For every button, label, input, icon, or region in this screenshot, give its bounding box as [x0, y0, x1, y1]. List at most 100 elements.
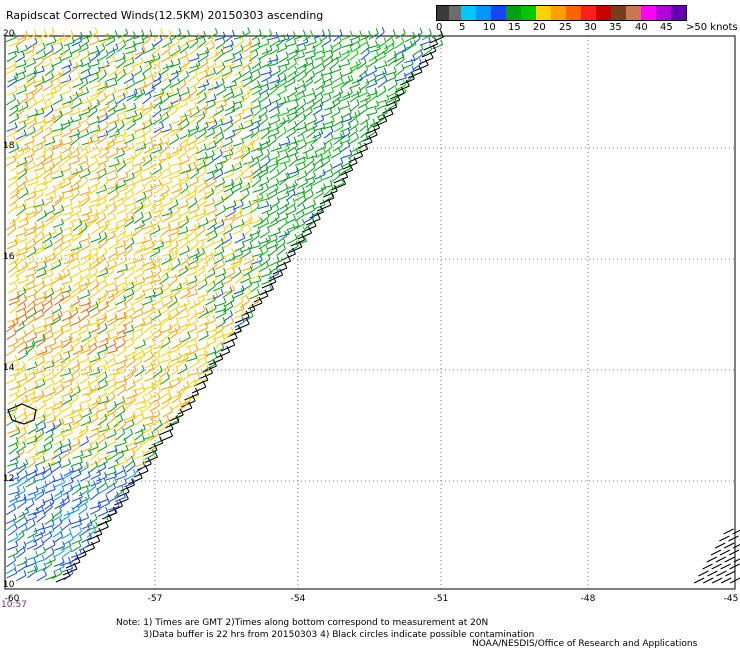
wind-barb-flag — [13, 503, 17, 510]
wind-barb-flag — [124, 456, 128, 462]
wind-barb-flag — [97, 456, 101, 463]
wind-barb — [32, 42, 43, 49]
wind-barb — [107, 388, 117, 396]
wind-barb-flag — [214, 28, 218, 34]
wind-barb-flag — [158, 179, 162, 185]
wind-barb-flag — [50, 269, 54, 275]
pass-time-label: 10:57 — [1, 600, 27, 610]
wind-barb-flag — [31, 255, 35, 261]
wind-barb — [313, 192, 324, 200]
wind-barb — [35, 300, 46, 306]
wind-barb-flag — [113, 323, 116, 329]
wind-barb-flag — [68, 528, 72, 534]
wind-barb-flag — [23, 427, 27, 433]
wind-barb-flag — [84, 503, 88, 509]
wind-barb — [143, 356, 154, 363]
wind-barb — [36, 485, 48, 490]
wind-barb-flag — [428, 28, 432, 35]
wind-barb-flag — [240, 44, 244, 51]
wind-barb — [116, 281, 127, 288]
wind-barb-flag — [34, 288, 37, 294]
wind-barb-flag — [107, 332, 110, 338]
wind-barb-flag — [114, 247, 118, 253]
wind-barb — [187, 74, 198, 82]
wind-barb-flag — [51, 547, 55, 554]
wind-barb — [87, 347, 98, 355]
wind-barb-flag — [113, 428, 117, 435]
wind-barb — [222, 48, 233, 55]
wind-barb — [278, 256, 289, 263]
wind-barb-flag — [304, 236, 307, 242]
wind-barb — [296, 144, 307, 151]
wind-barb-flag — [69, 127, 72, 133]
wind-barb — [161, 252, 173, 257]
wind-barb-flag — [87, 240, 91, 246]
wind-barb — [54, 438, 65, 446]
wind-barb-flag — [220, 139, 224, 146]
wind-barb-flag — [94, 267, 98, 273]
wind-barb-flag — [179, 372, 183, 379]
wind-barb-flag — [95, 413, 99, 419]
colorbar-label-0: 0 — [436, 22, 443, 33]
wind-barb-flag — [130, 302, 134, 309]
wind-barb-flag — [62, 32, 66, 38]
wind-barb-flag — [125, 28, 129, 34]
wind-barb-flag — [295, 100, 299, 107]
wind-barb-flag — [76, 149, 80, 155]
wind-barb-flag — [167, 345, 171, 352]
wind-barb — [214, 99, 226, 104]
wind-barb-flag — [112, 93, 116, 100]
wind-barb-flag — [150, 330, 154, 336]
wind-barb-flag — [22, 72, 26, 78]
wind-barb — [45, 544, 56, 551]
wind-barb-flag — [311, 62, 315, 68]
wind-barb-flag — [51, 355, 55, 361]
wind-barb-flag — [104, 231, 108, 238]
flagged-barb — [728, 535, 739, 542]
wind-barb-flag — [34, 430, 38, 436]
lat-label-18: 18 — [3, 141, 15, 151]
wind-barb-flag — [114, 260, 118, 266]
wind-barb-flag — [76, 188, 80, 194]
wind-barb-flag — [269, 29, 272, 35]
wind-barb-flag — [329, 141, 333, 148]
wind-barb-flag — [61, 373, 65, 379]
wind-barb — [62, 211, 74, 216]
wind-barb-flag — [284, 85, 287, 91]
wind-barb — [25, 329, 35, 337]
wind-barb — [231, 76, 242, 83]
wind-barb-flag — [176, 226, 180, 232]
wind-barb-flag — [286, 114, 290, 121]
corner-wind-swath — [693, 528, 740, 584]
wind-barb-flag — [187, 298, 190, 304]
wind-barb — [114, 39, 124, 47]
wind-barb-flag — [149, 189, 153, 195]
wind-barb-flag — [133, 256, 137, 262]
wind-barb-flag — [59, 310, 63, 316]
wind-barb — [223, 173, 235, 179]
wind-barb-flag — [240, 88, 244, 94]
wind-barb-flag — [89, 101, 93, 107]
wind-barb-flag — [15, 337, 19, 343]
wind-barb-flag — [77, 128, 81, 135]
wind-barb — [269, 155, 280, 162]
wind-barb-flag — [168, 29, 172, 36]
wind-barb — [53, 209, 64, 216]
wind-barb-flag — [157, 351, 161, 357]
wind-barb-flag — [86, 539, 90, 546]
wind-barb — [223, 252, 234, 258]
wind-barb — [43, 220, 53, 228]
wind-barb — [205, 145, 217, 151]
wind-barb — [5, 68, 17, 75]
wind-barb-flag — [60, 531, 64, 537]
wind-barb-flag — [44, 101, 48, 107]
wind-barb-flag — [131, 190, 135, 196]
wind-barb-flag — [43, 410, 47, 416]
wind-barb-flag — [78, 324, 82, 331]
wind-barb — [124, 45, 136, 50]
flagged-barb — [333, 176, 348, 184]
wind-barb — [135, 126, 146, 133]
wind-barb — [240, 193, 250, 201]
wind-barb — [26, 336, 37, 343]
wind-barb-flag — [49, 324, 53, 330]
